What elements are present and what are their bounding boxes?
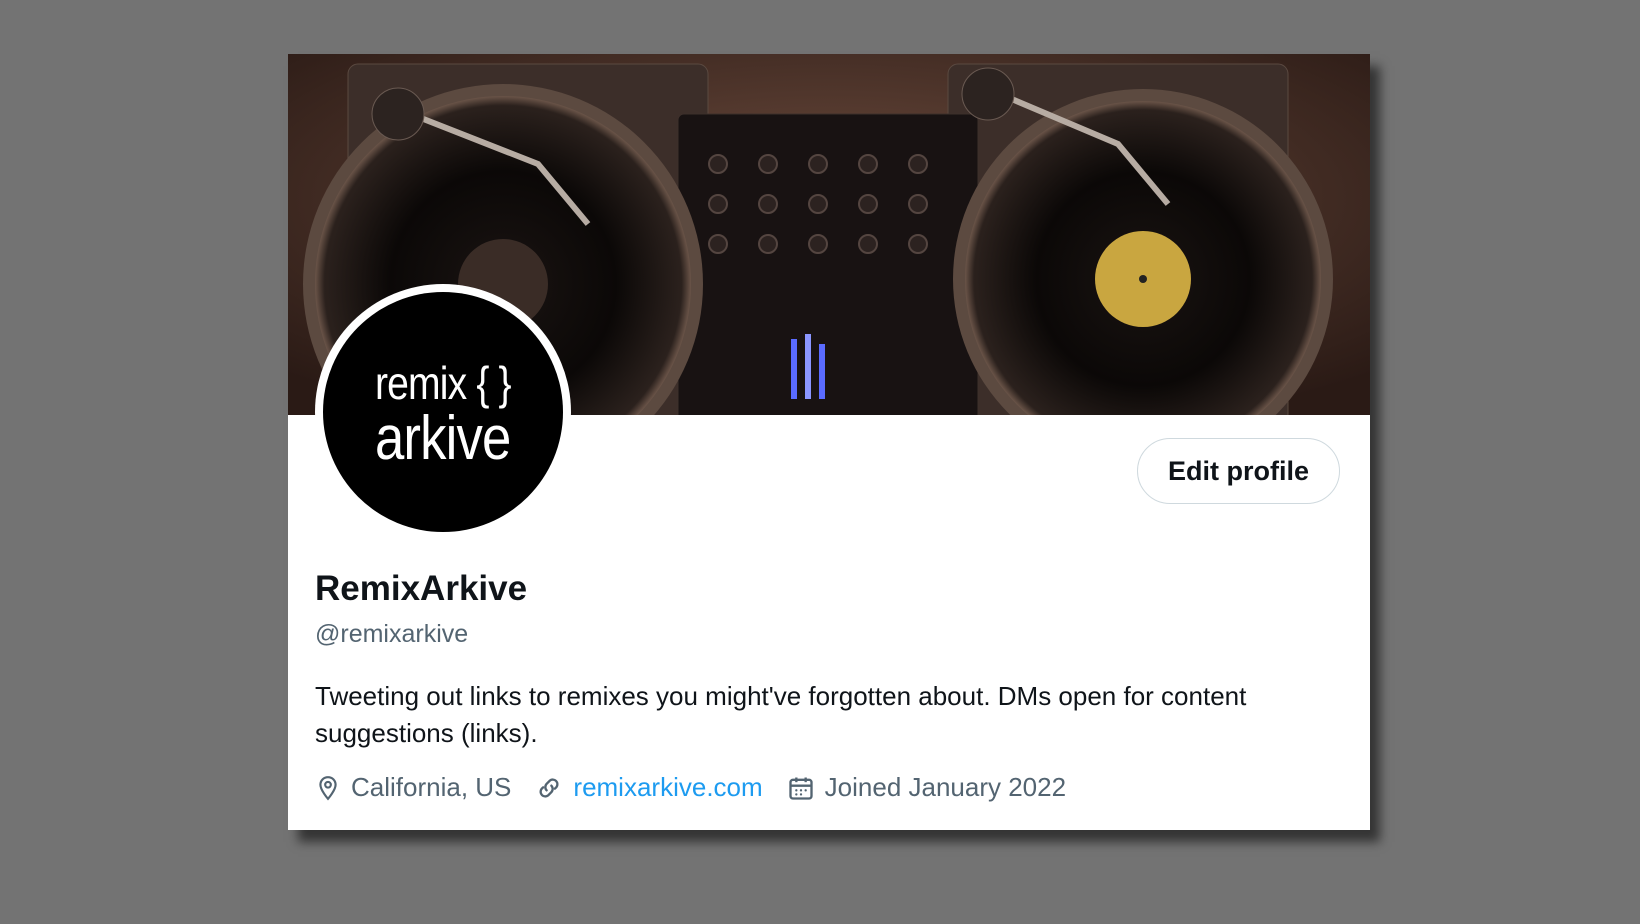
calendar-icon — [788, 777, 813, 800]
website-item[interactable]: remixarkive.com — [535, 772, 763, 803]
joined-text: Joined January 2022 — [824, 772, 1067, 802]
profile-card: remix { } arkive Edit profile RemixArkiv… — [288, 54, 1370, 830]
location-text: California, US — [351, 772, 512, 802]
link-icon — [539, 777, 559, 798]
user-handle: @remixarkive — [315, 620, 469, 648]
profile-meta: California, US remixarkive.com Joined Ja… — [315, 772, 1090, 803]
website-link[interactable]: remixarkive.com — [573, 772, 762, 803]
location-item: California, US — [315, 772, 511, 803]
display-name: RemixArkive — [315, 569, 528, 608]
joined-item: Joined January 2022 — [787, 772, 1066, 803]
profile-avatar[interactable]: remix { } arkive — [315, 284, 571, 540]
avatar-logo: remix { } arkive — [323, 292, 563, 532]
location-pin-icon — [319, 775, 337, 800]
logo-text-arkive: arkive — [375, 404, 511, 473]
logo-text-remix: remix { } — [375, 357, 512, 409]
profile-bio: Tweeting out links to remixes you might'… — [315, 681, 1247, 748]
edit-profile-button[interactable]: Edit profile — [1137, 438, 1340, 504]
